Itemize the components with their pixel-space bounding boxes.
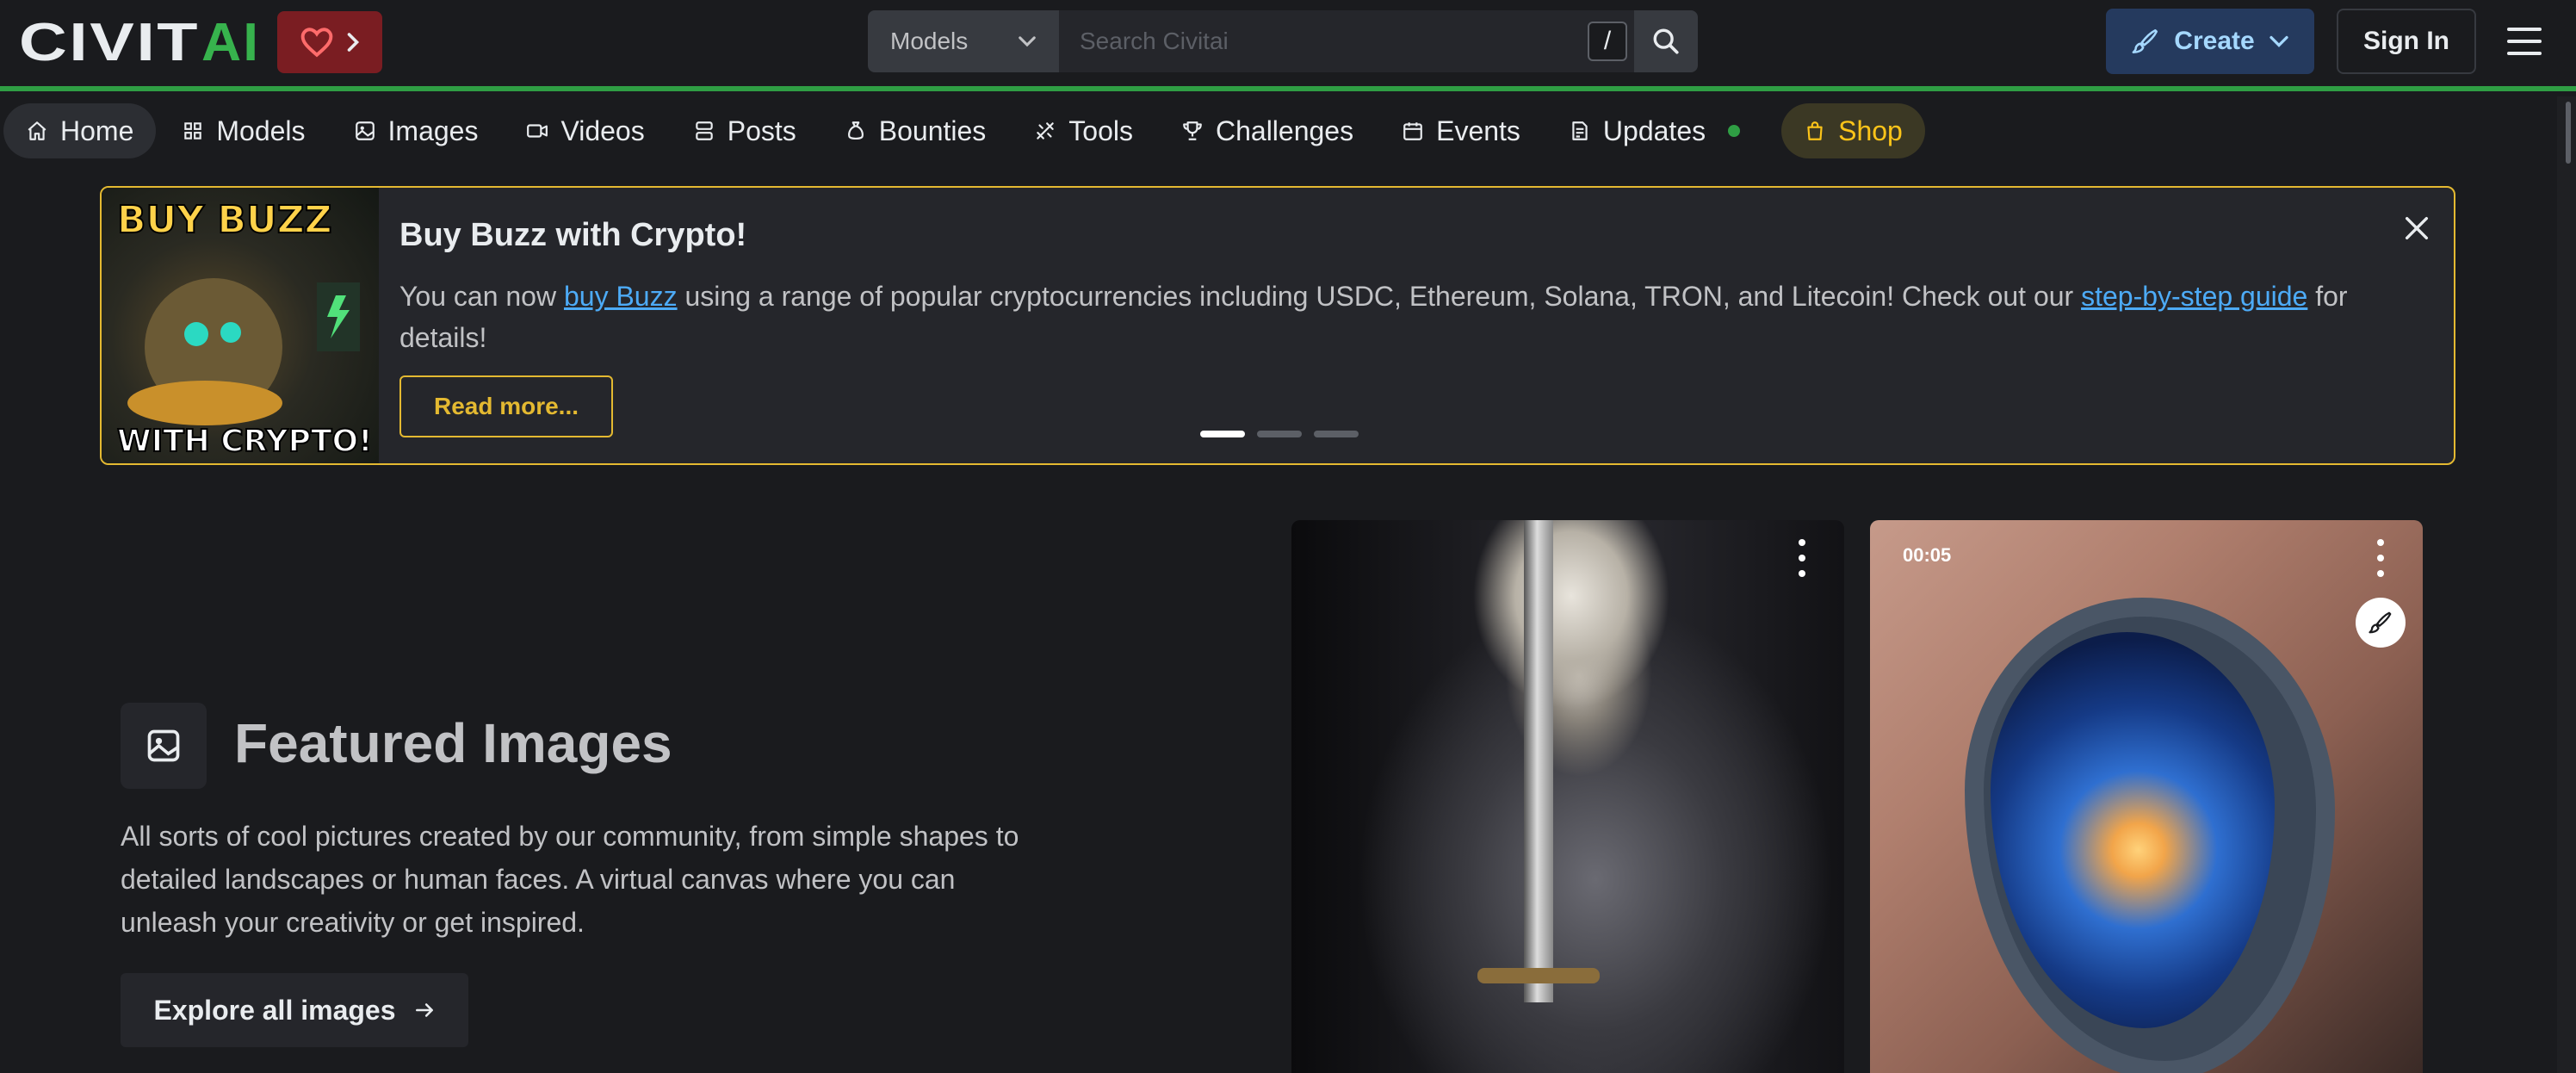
card-more-options-icon[interactable] [2375, 539, 2387, 577]
promo-image-text-bottom: WITH CRYPTO! [117, 424, 373, 459]
video-duration-badge: 00:05 [1903, 544, 1952, 566]
main-nav: Home Models Images Videos Posts Bounties… [0, 96, 2557, 165]
step-by-step-guide-link[interactable]: step-by-step guide [2081, 281, 2307, 312]
nav-item-tools[interactable]: Tools [1012, 103, 1155, 158]
heart-icon [300, 28, 333, 58]
video-icon [527, 124, 548, 138]
search-button[interactable] [1634, 10, 1698, 72]
buy-buzz-promo-image: BUY BUZZ WITH CRYPTO! [102, 188, 379, 463]
remix-button[interactable] [2356, 598, 2406, 648]
sign-in-button[interactable]: Sign In [2337, 9, 2476, 74]
featured-video-card[interactable]: 00:05 [1870, 520, 2423, 1073]
carousel-indicators [1200, 431, 1359, 437]
chevron-right-icon [347, 33, 360, 52]
featured-image-card[interactable] [1291, 520, 1844, 1073]
nav-label: Models [216, 115, 306, 146]
carousel-dot-3[interactable] [1314, 431, 1359, 437]
svg-text:AI: AI [201, 17, 260, 65]
grid-icon [184, 122, 202, 140]
close-icon[interactable] [2402, 214, 2431, 243]
nav-item-posts[interactable]: Posts [671, 103, 819, 158]
support-heart-button[interactable] [277, 11, 382, 73]
hamburger-menu-icon[interactable] [2505, 22, 2543, 60]
nav-item-home[interactable]: Home [3, 103, 157, 158]
trophy-icon [1183, 121, 1202, 140]
nav-item-events[interactable]: Events [1379, 103, 1543, 158]
search-category-label: Models [890, 28, 969, 54]
page-scrollbar[interactable] [2557, 96, 2576, 1073]
featured-images-description: All sorts of cool pictures created by ou… [121, 821, 1019, 938]
brush-icon [2132, 28, 2158, 54]
chevron-down-icon [2269, 35, 2288, 47]
announcement-banner: BUY BUZZ WITH CRYPTO! Buy Buzz with Cryp… [100, 186, 2455, 465]
nav-item-shop[interactable]: Shop [1781, 103, 1925, 158]
nav-label: Images [387, 115, 479, 146]
carousel-dot-1[interactable] [1200, 431, 1245, 437]
nav-label: Events [1436, 115, 1520, 146]
nav-label: Challenges [1215, 115, 1354, 146]
nav-label: Posts [727, 115, 796, 146]
shopping-bag-icon [1807, 121, 1823, 140]
chevron-down-icon [1019, 36, 1036, 47]
updates-icon [1572, 121, 1588, 140]
nav-label: Bounties [878, 115, 987, 146]
search-shortcut-key: / [1588, 22, 1627, 61]
card-image-artwork [1472, 520, 1670, 710]
nav-label: Tools [1068, 115, 1133, 146]
buy-buzz-link[interactable]: buy Buzz [564, 281, 678, 312]
nav-label: Videos [560, 115, 645, 146]
svg-text:CIVIT: CIVIT [19, 17, 200, 65]
banner-text-part: You can now [399, 281, 564, 312]
card-image-artwork [1524, 520, 1553, 1002]
nav-item-bounties[interactable]: Bounties [822, 103, 1009, 158]
scrollbar-thumb[interactable] [2566, 102, 2571, 164]
read-more-button[interactable]: Read more... [399, 375, 613, 437]
image-icon [355, 121, 375, 140]
create-label: Create [2174, 27, 2255, 55]
top-header: CIVIT AI Models / Create [0, 0, 2576, 91]
card-image-artwork [1477, 968, 1600, 983]
nav-item-videos[interactable]: Videos [504, 103, 666, 158]
updates-indicator-dot [1728, 125, 1741, 137]
search-icon [1653, 28, 1679, 54]
create-button[interactable]: Create [2106, 9, 2314, 74]
search-input[interactable] [1059, 10, 1634, 72]
nav-item-updates[interactable]: Updates [1546, 103, 1762, 158]
card-more-options-icon[interactable] [1796, 539, 1808, 577]
carousel-dot-2[interactable] [1257, 431, 1302, 437]
featured-images-icon-box [121, 703, 207, 789]
featured-images-title: Featured Images [234, 712, 672, 774]
banner-text-part: using a range of popular cryptocurrencie… [677, 281, 2082, 312]
nav-item-images[interactable]: Images [331, 103, 501, 158]
nav-label: Shop [1838, 115, 1903, 146]
explore-all-images-button[interactable]: Explore all images [121, 973, 468, 1047]
posts-icon [695, 121, 713, 140]
calendar-icon [1403, 122, 1422, 140]
promo-image-text-top: BUY BUZZ [117, 198, 332, 242]
nav-item-challenges[interactable]: Challenges [1159, 103, 1376, 158]
nav-item-models[interactable]: Models [159, 103, 327, 158]
search-category-select[interactable]: Models [868, 10, 1059, 72]
banner-text: You can now buy Buzz using a range of po… [399, 276, 2406, 358]
arrow-right-icon [415, 1003, 433, 1017]
explore-label: Explore all images [153, 994, 396, 1026]
moneybag-icon [847, 121, 864, 140]
search-bar: Models / [868, 10, 1698, 72]
home-icon [28, 121, 46, 140]
tools-icon [1037, 122, 1055, 140]
nav-label: Updates [1602, 115, 1706, 146]
banner-title: Buy Buzz with Crypto! [399, 217, 747, 253]
nav-label: Home [60, 115, 134, 146]
civitai-logo[interactable]: CIVIT AI [19, 17, 260, 65]
image-icon [147, 729, 180, 762]
brush-icon [2369, 611, 2392, 634]
